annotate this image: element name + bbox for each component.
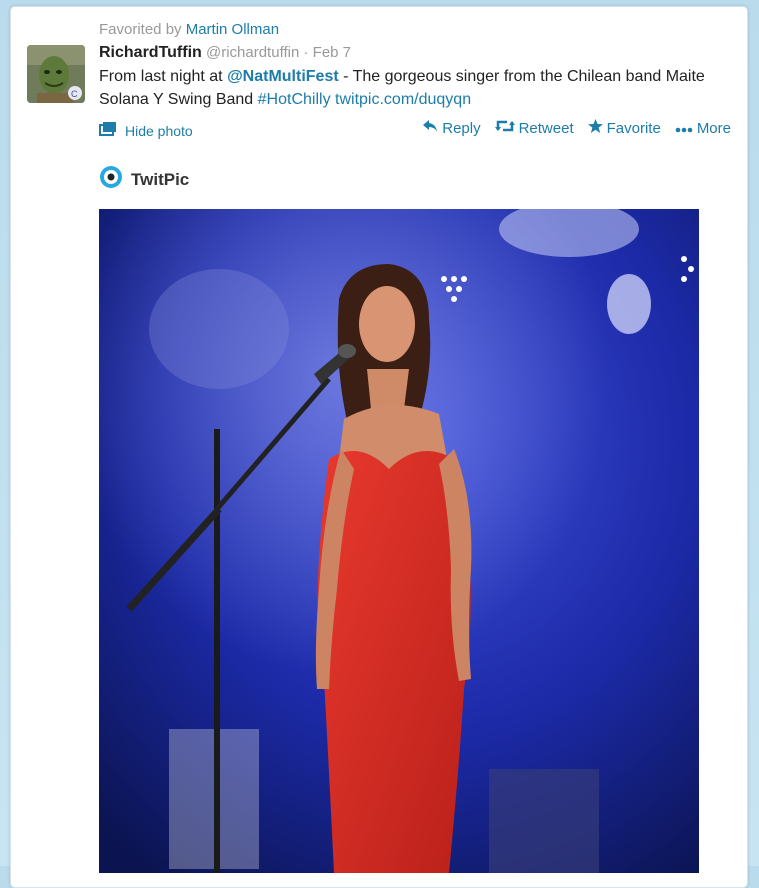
favorite-label: Favorite	[606, 119, 661, 137]
favorited-user-link[interactable]: Martin Ollman	[186, 21, 279, 38]
favorited-line: Favorited by Martin Ollman	[99, 21, 279, 38]
tweet-text-part1: From last night at	[99, 68, 223, 85]
favorite-button[interactable]: Favorite	[587, 119, 661, 137]
mention-link[interactable]: @NatMultiFest	[227, 68, 339, 85]
retweet-icon	[494, 119, 515, 137]
author-name[interactable]: RichardTuffin	[99, 44, 202, 61]
svg-text:C: C	[71, 89, 78, 99]
photo-stack-icon	[99, 121, 117, 140]
more-button[interactable]: More	[675, 119, 731, 137]
avatar[interactable]: C	[27, 45, 85, 103]
retweet-button[interactable]: Retweet	[494, 119, 574, 137]
hide-photo-label: Hide photo	[125, 122, 193, 139]
favorited-prefix: Favorited by	[99, 21, 182, 38]
tweet-actions: Reply Retweet Favorite More	[422, 119, 731, 137]
date-separator: ·	[303, 44, 309, 61]
media-provider: TwitPic	[99, 165, 189, 194]
tweet-date[interactable]: Feb 7	[313, 44, 351, 61]
tweet-text: From last night at @NatMultiFest - The g…	[99, 65, 739, 111]
hashtag-link[interactable]: #HotChilly	[258, 91, 331, 108]
tweet-photo[interactable]	[99, 209, 699, 873]
reply-arrow-icon	[422, 119, 438, 137]
dots-icon	[675, 120, 693, 137]
hide-photo-button[interactable]: Hide photo	[99, 121, 193, 140]
star-icon	[587, 119, 603, 137]
more-label: More	[696, 119, 731, 137]
twitpic-logo-icon	[99, 165, 123, 194]
tweet-header: RichardTuffin @richardtuffin · Feb 7	[99, 44, 351, 62]
retweet-label: Retweet	[518, 119, 574, 137]
author-handle[interactable]: @richardtuffin	[206, 44, 299, 61]
reply-label: Reply	[442, 119, 481, 137]
tweet-card: Favorited by Martin Ollman C RichardTuff…	[10, 6, 748, 888]
url-link[interactable]: twitpic.com/duqyqn	[335, 91, 471, 108]
reply-button[interactable]: Reply	[422, 119, 481, 137]
media-provider-name: TwitPic	[131, 169, 190, 189]
